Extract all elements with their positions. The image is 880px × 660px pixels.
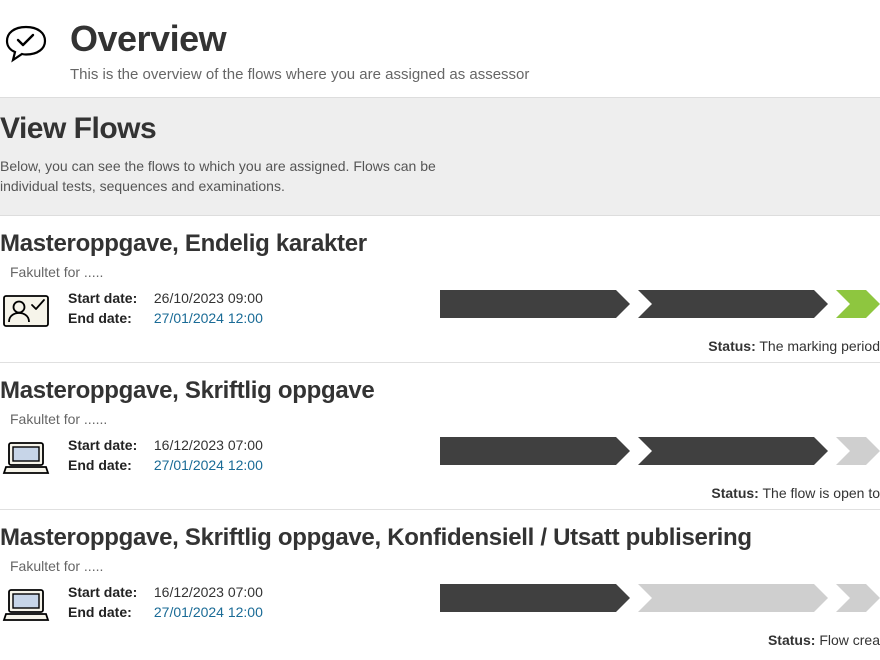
flow-faculty: Fakultet for ..... bbox=[10, 264, 880, 280]
flow-status: Status: Flow crea bbox=[768, 632, 880, 648]
chevron-step bbox=[638, 290, 828, 318]
page-header: Overview This is the overview of the flo… bbox=[0, 0, 880, 97]
page-title: Overview bbox=[70, 18, 529, 60]
start-date-label: Start date: bbox=[68, 437, 150, 453]
view-flows-panel: View Flows Below, you can see the flows … bbox=[0, 97, 880, 216]
flow-card[interactable]: Masteroppgave, Skriftlig oppgave, Konfid… bbox=[0, 510, 880, 656]
flow-dates: Start date: 16/12/2023 07:00 End date: 2… bbox=[68, 584, 368, 624]
laptop-icon bbox=[0, 584, 52, 624]
chevron-step-active bbox=[836, 290, 880, 318]
flow-status: Status: The flow is open to bbox=[711, 485, 880, 501]
flow-dates: Start date: 16/12/2023 07:00 End date: 2… bbox=[68, 437, 368, 477]
flow-card[interactable]: Masteroppgave, Skriftlig oppgave Fakulte… bbox=[0, 363, 880, 510]
status-label: Status: bbox=[708, 338, 755, 354]
end-date-value: 27/01/2024 12:00 bbox=[154, 457, 263, 473]
flow-dates: Start date: 26/10/2023 09:00 End date: 2… bbox=[68, 290, 368, 330]
section-title: View Flows bbox=[0, 112, 880, 146]
flow-card[interactable]: Masteroppgave, Endelig karakter Fakultet… bbox=[0, 216, 880, 363]
flow-title: Masteroppgave, Skriftlig oppgave, Konfid… bbox=[0, 524, 880, 552]
progress-chevrons bbox=[384, 437, 880, 465]
start-date-value: 16/12/2023 07:00 bbox=[154, 437, 263, 453]
end-date-value: 27/01/2024 12:00 bbox=[154, 604, 263, 620]
section-description: Below, you can see the flows to which yo… bbox=[0, 156, 470, 197]
progress-chevrons bbox=[384, 584, 880, 612]
start-date-label: Start date: bbox=[68, 584, 150, 600]
status-text: The flow is open to bbox=[762, 485, 880, 501]
end-date-value: 27/01/2024 12:00 bbox=[154, 310, 263, 326]
status-text: Flow crea bbox=[819, 632, 880, 648]
flow-faculty: Fakultet for ..... bbox=[10, 558, 880, 574]
status-label: Status: bbox=[711, 485, 758, 501]
chevron-step bbox=[638, 584, 828, 612]
start-date-value: 16/12/2023 07:00 bbox=[154, 584, 263, 600]
flow-faculty: Fakultet for ...... bbox=[10, 411, 880, 427]
start-date-label: Start date: bbox=[68, 290, 150, 306]
flow-list: Masteroppgave, Endelig karakter Fakultet… bbox=[0, 216, 880, 656]
chevron-step bbox=[836, 584, 880, 612]
start-date-value: 26/10/2023 09:00 bbox=[154, 290, 263, 306]
chevron-step bbox=[638, 437, 828, 465]
speech-check-icon bbox=[4, 24, 48, 64]
laptop-icon bbox=[0, 437, 52, 477]
overview-icon bbox=[0, 18, 52, 64]
chevron-step bbox=[440, 437, 630, 465]
flow-status: Status: The marking period bbox=[708, 338, 880, 354]
chevron-step bbox=[836, 437, 880, 465]
page-subtitle: This is the overview of the flows where … bbox=[70, 66, 529, 83]
progress-chevrons bbox=[384, 290, 880, 318]
person-check-icon bbox=[0, 290, 52, 330]
status-label: Status: bbox=[768, 632, 815, 648]
end-date-label: End date: bbox=[68, 310, 150, 326]
flow-title: Masteroppgave, Endelig karakter bbox=[0, 230, 880, 258]
chevron-step bbox=[440, 584, 630, 612]
end-date-label: End date: bbox=[68, 457, 150, 473]
flow-title: Masteroppgave, Skriftlig oppgave bbox=[0, 377, 880, 405]
chevron-step bbox=[440, 290, 630, 318]
end-date-label: End date: bbox=[68, 604, 150, 620]
status-text: The marking period bbox=[759, 338, 880, 354]
